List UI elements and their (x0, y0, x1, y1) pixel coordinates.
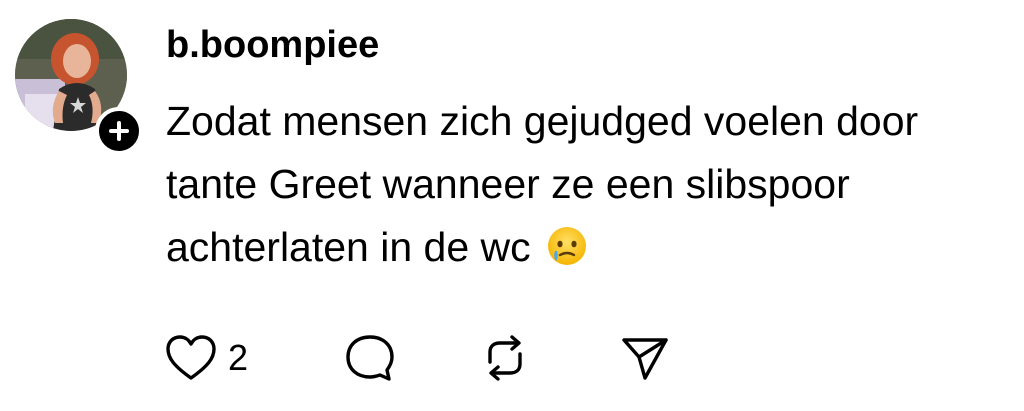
share-button[interactable] (618, 330, 672, 386)
repost-button[interactable] (478, 330, 532, 386)
post-text-container: Zodat mensen zich gejudged voelen door t… (166, 90, 1006, 279)
like-count: 2 (228, 337, 249, 378)
like-button[interactable]: 2 (164, 330, 248, 386)
username[interactable]: b.boompiee (166, 22, 379, 68)
heart-icon (166, 335, 216, 380)
follow-button[interactable] (95, 107, 143, 155)
reply-button[interactable] (343, 330, 397, 386)
plus-icon (109, 121, 129, 141)
avatar-container[interactable] (15, 19, 143, 155)
send-icon (622, 338, 668, 380)
post-text: Zodat mensen zich gejudged voelen door t… (166, 98, 919, 270)
comment-bubble-icon (346, 335, 394, 381)
face-holding-back-tears-emoji (548, 227, 587, 265)
repost-icon (488, 335, 522, 381)
thread-post: b.boompiee Zodat mensen zich gejudged vo… (0, 0, 1024, 411)
